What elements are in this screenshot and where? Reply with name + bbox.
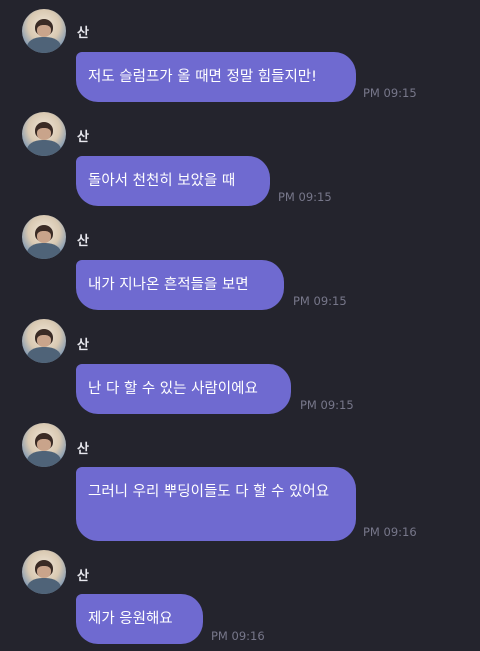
sender-name: 산 <box>77 130 89 145</box>
sender-name: 산 <box>77 569 89 584</box>
avatar[interactable] <box>22 112 66 156</box>
message-timestamp: PM 09:15 <box>363 86 417 100</box>
message-bubble[interactable]: 내가 지나온 흔적들을 보면 <box>76 260 284 310</box>
avatar[interactable] <box>22 9 66 53</box>
avatar[interactable] <box>22 319 66 363</box>
avatar[interactable] <box>22 423 66 467</box>
message-bubble[interactable]: 제가 응원해요 <box>76 594 203 644</box>
message-timestamp: PM 09:15 <box>293 294 347 308</box>
sender-name: 산 <box>77 338 89 353</box>
message-bubble[interactable]: 돌아서 천천히 보았을 때 <box>76 156 270 206</box>
chat-thread[interactable]: 산 저도 슬럼프가 올 때면 정말 힘들지만! PM 09:15 산 돌아서 천… <box>0 0 480 651</box>
avatar[interactable] <box>22 550 66 594</box>
message-bubble[interactable]: 저도 슬럼프가 올 때면 정말 힘들지만! <box>76 52 356 102</box>
message-timestamp: PM 09:16 <box>211 629 265 643</box>
sender-name: 산 <box>77 234 89 249</box>
message-bubble[interactable]: 그러니 우리 뿌딩이들도 다 할 수 있어요 <box>76 467 356 541</box>
message-timestamp: PM 09:15 <box>278 190 332 204</box>
sender-name: 산 <box>77 442 89 457</box>
message-timestamp: PM 09:16 <box>363 525 417 539</box>
message-bubble[interactable]: 난 다 할 수 있는 사람이에요 <box>76 364 291 414</box>
avatar[interactable] <box>22 215 66 259</box>
sender-name: 산 <box>77 26 89 41</box>
message-timestamp: PM 09:15 <box>300 398 354 412</box>
